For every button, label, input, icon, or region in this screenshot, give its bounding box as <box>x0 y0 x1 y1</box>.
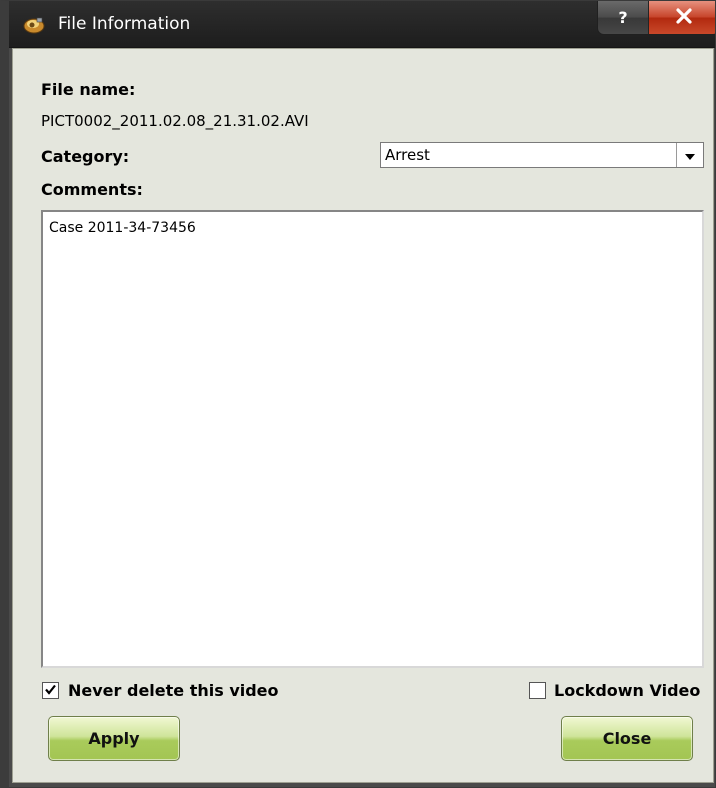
category-label: Category: <box>41 147 130 166</box>
category-selected-value: Arrest <box>385 146 430 164</box>
help-button-label: ? <box>618 8 628 27</box>
caption-buttons: ? <box>597 1 715 35</box>
chevron-down-icon <box>684 146 696 165</box>
never-delete-checkbox[interactable] <box>42 682 59 699</box>
close-x-icon <box>675 7 693 28</box>
title-bar[interactable]: File Information ? <box>9 1 715 48</box>
dropdown-button[interactable] <box>676 143 703 167</box>
apply-button-label: Apply <box>88 729 140 748</box>
checkmark-icon <box>44 681 57 700</box>
file-name-label: File name: <box>41 80 136 99</box>
help-button[interactable]: ? <box>598 1 649 34</box>
never-delete-label[interactable]: Never delete this video <box>68 681 279 700</box>
close-button[interactable]: Close <box>561 716 693 761</box>
apply-button[interactable]: Apply <box>48 716 180 761</box>
lockdown-video-label[interactable]: Lockdown Video <box>554 681 700 700</box>
dialog-content: File name: PICT0002_2011.02.08_21.31.02.… <box>12 48 714 783</box>
app-icon <box>23 16 45 34</box>
lockdown-video-checkbox[interactable] <box>529 682 546 699</box>
window-title: File Information <box>58 14 191 34</box>
close-button-label: Close <box>602 729 652 748</box>
file-information-dialog: File Information ? File name: PICT0002_2… <box>0 0 716 788</box>
comments-textarea[interactable]: Case 2011-34-73456 <box>41 210 704 668</box>
category-select[interactable]: Arrest <box>380 142 704 168</box>
file-name-value: PICT0002_2011.02.08_21.31.02.AVI <box>41 112 309 130</box>
comments-label: Comments: <box>41 180 143 199</box>
window-close-button[interactable] <box>649 1 715 34</box>
